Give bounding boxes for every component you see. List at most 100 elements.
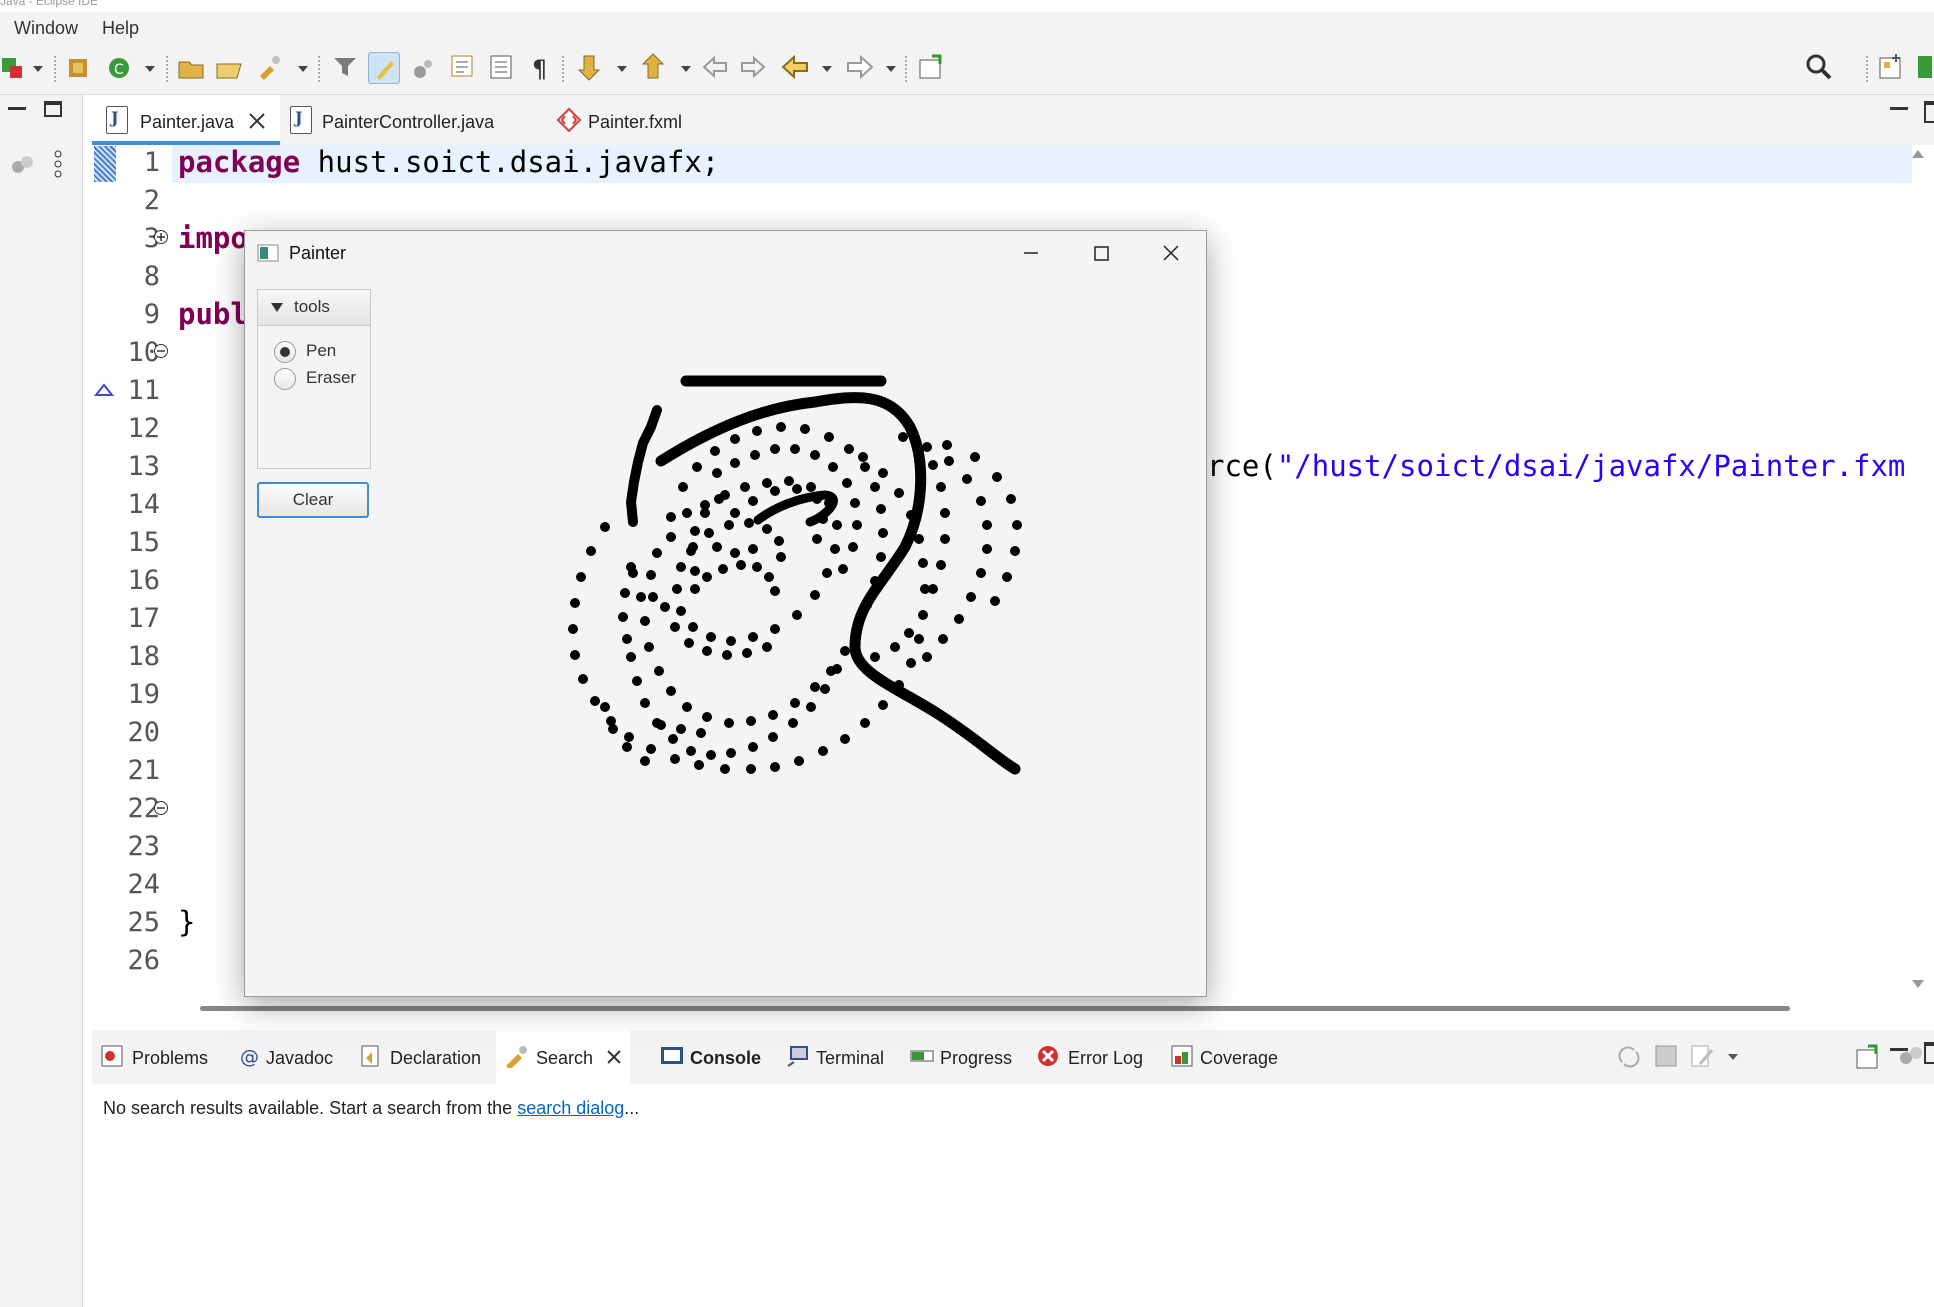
- menu-window[interactable]: Window: [14, 18, 78, 39]
- minimize-panel-icon[interactable]: [1890, 1048, 1908, 1051]
- next-annotation-icon[interactable]: [574, 52, 604, 82]
- forward-dropdown-icon[interactable]: [886, 66, 896, 72]
- pin-editor-icon[interactable]: [916, 52, 946, 82]
- pilcrow-icon[interactable]: ¶: [524, 52, 554, 83]
- view-menu-dropdown-icon[interactable]: [1728, 1054, 1738, 1060]
- search-toolbar-icon[interactable]: [254, 52, 284, 82]
- last-edit-location-icon[interactable]: [700, 52, 730, 82]
- horizontal-scrollbar[interactable]: [200, 1006, 1790, 1011]
- expand-fold-icon[interactable]: [153, 229, 169, 245]
- code-line-1: package hust.soict.dsai.javafx;: [178, 145, 719, 179]
- tools-pane-header[interactable]: tools: [258, 290, 370, 326]
- search-dialog-link[interactable]: search dialog: [517, 1098, 624, 1118]
- refresh-icon[interactable]: [1616, 1044, 1642, 1070]
- open-perspective-icon[interactable]: [1876, 52, 1906, 82]
- cancel-search-icon[interactable]: [1654, 1044, 1678, 1068]
- console-icon: [661, 1047, 683, 1064]
- minimize-window-button[interactable]: [1011, 237, 1051, 269]
- previous-annotation-dropdown-icon[interactable]: [681, 66, 691, 72]
- line-number: 11: [127, 375, 160, 406]
- tab-problems[interactable]: Problems: [100, 1030, 220, 1084]
- java-perspective-icon[interactable]: [1916, 52, 1934, 82]
- line-number: 1: [143, 147, 160, 178]
- fxml-file-icon: [556, 107, 582, 133]
- tab-search[interactable]: Search: [496, 1030, 630, 1084]
- close-window-button[interactable]: [1151, 237, 1191, 269]
- tab-console[interactable]: Console: [660, 1030, 770, 1084]
- show-whitespace-icon[interactable]: [486, 52, 516, 82]
- collapse-fold-icon[interactable]: [153, 343, 169, 359]
- minimize-editor-icon[interactable]: [1890, 107, 1908, 110]
- close-icon[interactable]: [606, 1049, 622, 1065]
- tab-progress[interactable]: Progress: [910, 1030, 1020, 1084]
- back-dropdown-icon[interactable]: [822, 66, 832, 72]
- string-literal: "/hust/soict/dsai/javafx/Painter.fxm: [1276, 449, 1906, 483]
- tab-painter-controller-java[interactable]: PainterController.java: [290, 95, 530, 145]
- search-history-icon[interactable]: [1690, 1042, 1718, 1070]
- scroll-up-icon[interactable]: [1912, 150, 1924, 158]
- word-wrap-icon[interactable]: [448, 52, 478, 82]
- toolbar-separator: [166, 56, 169, 82]
- new-class-dropdown-icon[interactable]: [145, 66, 155, 72]
- drawing-canvas[interactable]: [375, 277, 1203, 993]
- last-edit-forward-icon[interactable]: [738, 52, 768, 82]
- maximize-window-button[interactable]: [1081, 237, 1121, 269]
- mark-occurrences-icon[interactable]: [368, 52, 400, 84]
- search-dropdown-icon[interactable]: [298, 66, 308, 72]
- tab-terminal[interactable]: Terminal: [786, 1030, 896, 1084]
- line-number: 23: [127, 831, 160, 862]
- run-icon[interactable]: [0, 52, 30, 82]
- open-type-icon[interactable]: [176, 52, 206, 82]
- eraser-radio[interactable]: [274, 368, 296, 390]
- forward-icon[interactable]: [845, 52, 875, 82]
- pen-label[interactable]: Pen: [306, 341, 336, 361]
- eraser-label[interactable]: Eraser: [306, 368, 356, 388]
- menu-help[interactable]: Help: [102, 18, 139, 39]
- scroll-down-icon[interactable]: [1912, 980, 1924, 988]
- java-file-icon: [106, 106, 128, 134]
- tab-painter-java[interactable]: Painter.java: [92, 95, 280, 145]
- new-package-icon[interactable]: [64, 52, 94, 82]
- left-trim-stack: [0, 95, 83, 1307]
- painter-title-bar[interactable]: Painter: [245, 231, 1206, 275]
- minimize-icon[interactable]: [8, 107, 26, 110]
- pen-radio[interactable]: [274, 341, 296, 363]
- tab-painter-fxml[interactable]: Painter.fxml: [554, 95, 704, 145]
- pin-view-icon[interactable]: [1854, 1042, 1882, 1070]
- tab-label: Painter.java: [140, 112, 235, 132]
- javadoc-icon: @: [240, 1046, 259, 1068]
- painter-window: Painter tools Pen Eraser Clear: [244, 230, 1207, 997]
- close-icon[interactable]: [248, 112, 266, 130]
- package-name: hust.soict.dsai.javafx;: [300, 145, 720, 179]
- new-class-icon[interactable]: C: [104, 52, 134, 82]
- next-annotation-dropdown-icon[interactable]: [617, 66, 627, 72]
- line-number: 19: [127, 679, 160, 710]
- line-number: 16: [127, 565, 160, 596]
- maximize-editor-icon[interactable]: [1924, 101, 1934, 123]
- tab-declaration[interactable]: Declaration: [358, 1030, 488, 1084]
- run-dropdown-icon[interactable]: [33, 66, 43, 72]
- package-explorer-icon[interactable]: [10, 153, 36, 180]
- global-search-icon[interactable]: [1804, 52, 1834, 82]
- painter-title: Painter: [289, 243, 347, 263]
- block-selection-icon[interactable]: [408, 52, 438, 82]
- back-icon[interactable]: [780, 52, 810, 82]
- tab-error-log[interactable]: Error Log: [1036, 1030, 1156, 1084]
- tab-label: Problems: [132, 1048, 209, 1068]
- collapse-arrow-icon: [271, 303, 283, 312]
- previous-annotation-icon[interactable]: [638, 52, 668, 82]
- window-title-strip: Java - Eclipse IDE: [0, 0, 1934, 12]
- line-number: 15: [127, 527, 160, 558]
- maximize-panel-icon[interactable]: [1924, 1042, 1934, 1064]
- maximize-icon[interactable]: [44, 101, 62, 117]
- tab-javadoc[interactable]: @ Javadoc: [238, 1030, 338, 1084]
- toolbar-separator: [1866, 56, 1869, 82]
- toolbar-separator: [318, 56, 321, 82]
- collapse-fold-icon[interactable]: [153, 800, 169, 816]
- tab-coverage[interactable]: Coverage: [1170, 1030, 1290, 1084]
- more-options-icon[interactable]: [54, 150, 62, 183]
- toggle-breadcrumb-icon[interactable]: [330, 52, 360, 82]
- open-resource-icon[interactable]: [214, 52, 244, 82]
- clear-button[interactable]: Clear: [257, 482, 369, 518]
- line-number: 14: [127, 489, 160, 520]
